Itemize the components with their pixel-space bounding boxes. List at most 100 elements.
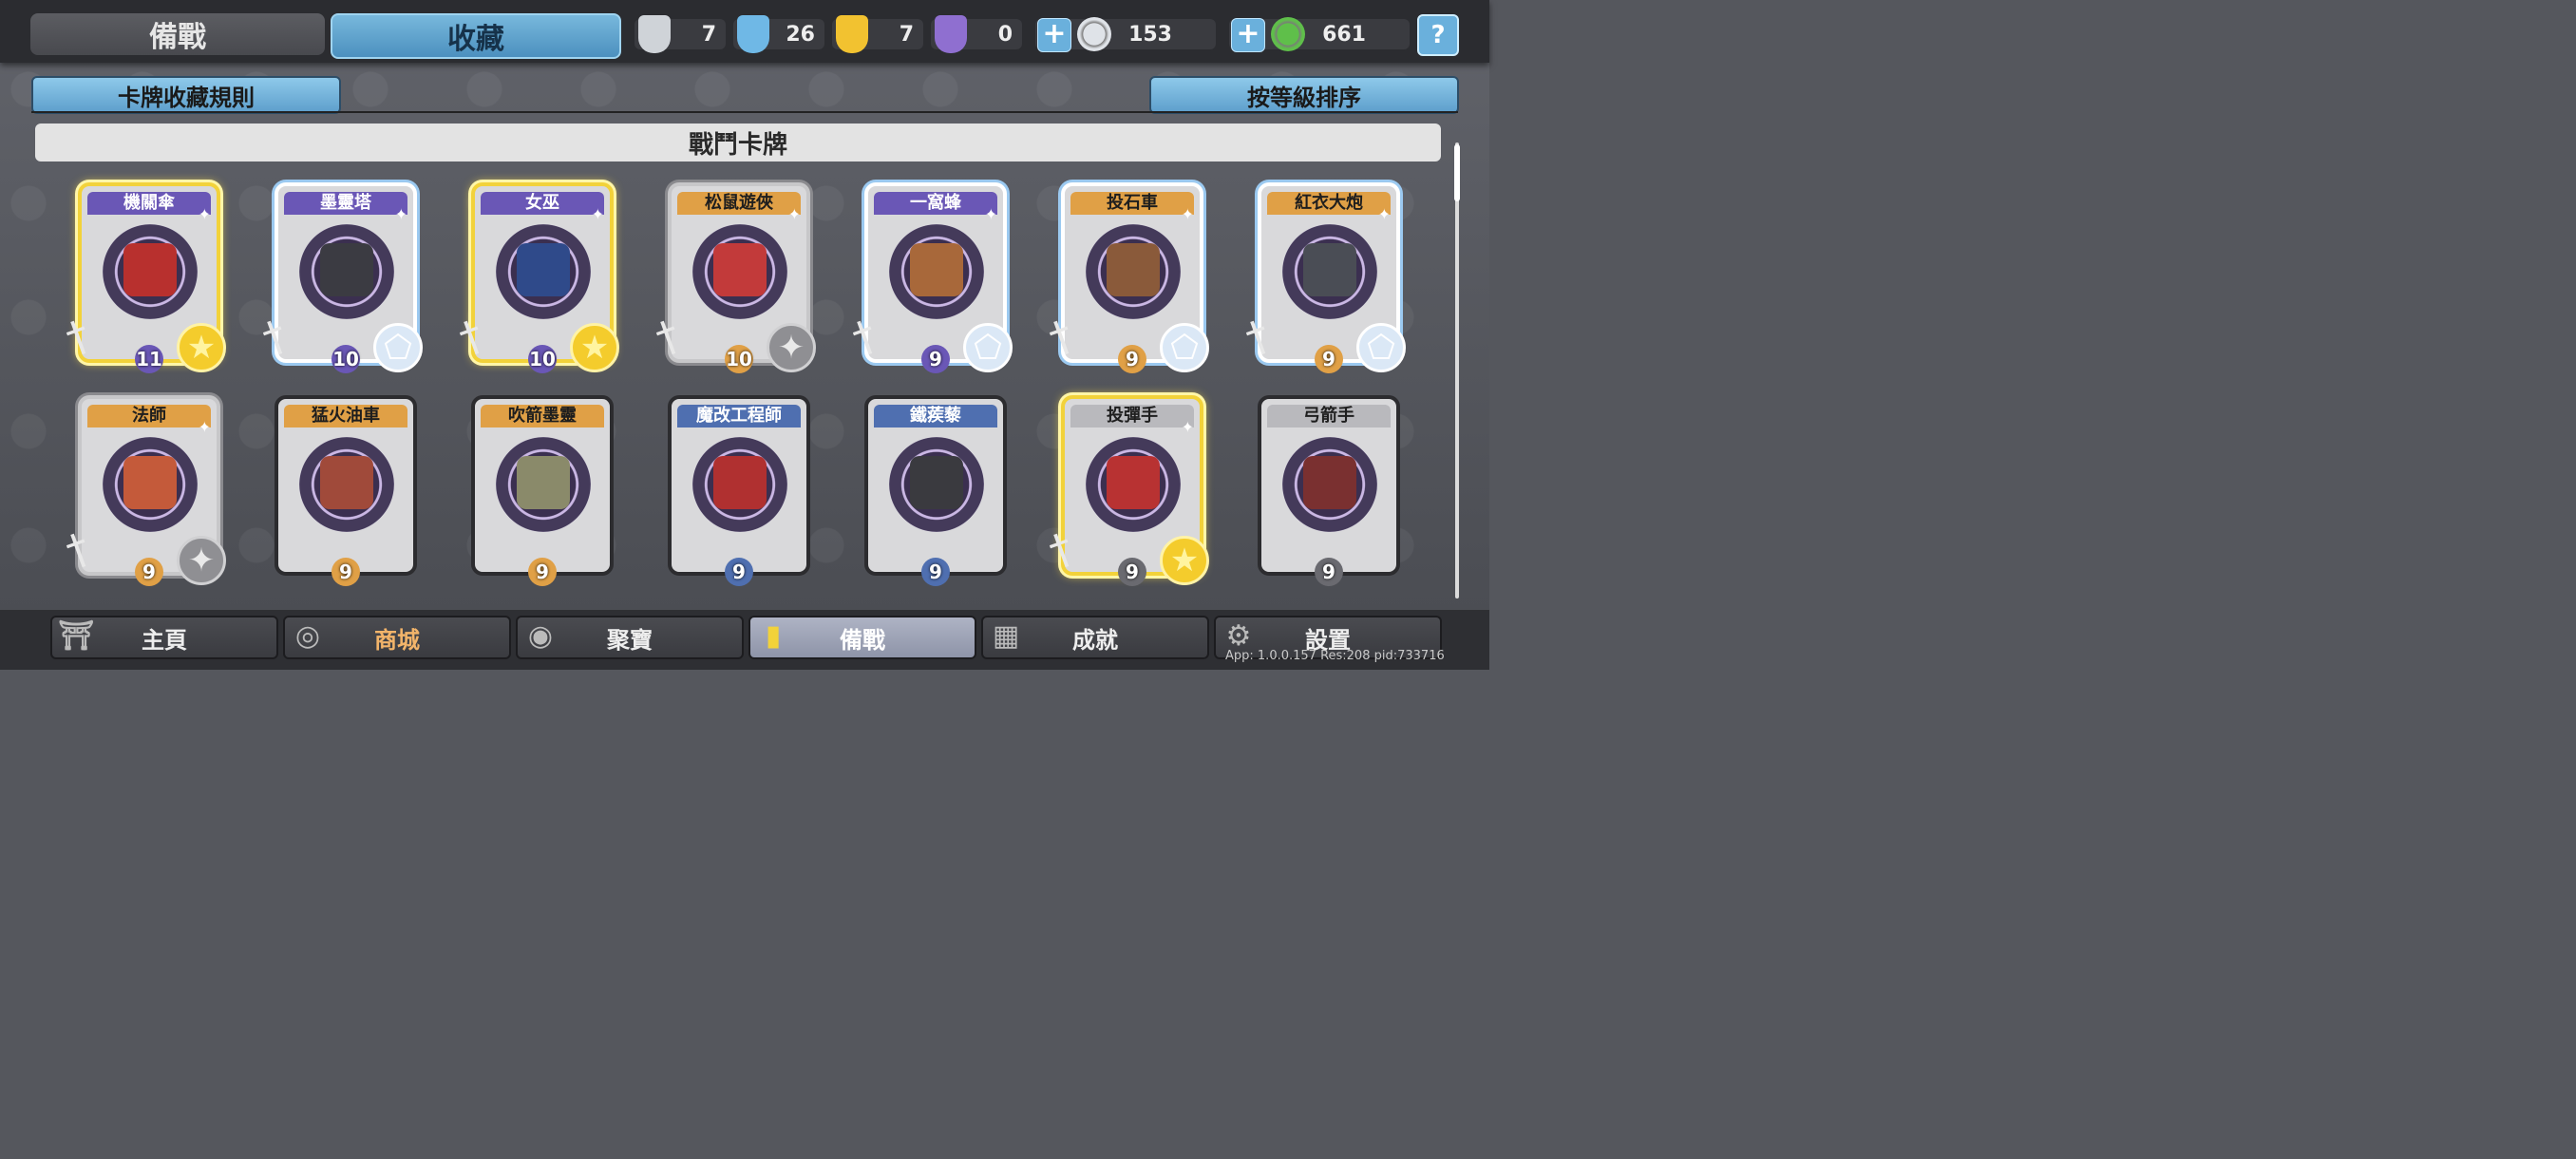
battle-card[interactable]: 鐵蒺藜 9 xyxy=(864,395,1007,586)
battle-card[interactable]: 投彈手 9 ✦ † ★ xyxy=(1043,395,1209,586)
card-name: 弓箭手 xyxy=(1267,405,1391,428)
card-character-icon xyxy=(517,456,570,509)
gold-crest-icon xyxy=(836,15,868,53)
achievement-grid-icon: ▦ xyxy=(992,619,1020,653)
battle-card[interactable]: 弓箭手 9 xyxy=(1258,395,1400,586)
sparkle-icon: ✦ xyxy=(1181,418,1194,436)
silver-rank-badge-icon: ✦ xyxy=(177,536,226,585)
nav-label: 備戰 xyxy=(840,626,885,654)
tab-prep[interactable]: 備戰 xyxy=(30,13,325,55)
coins-icon: ◎ xyxy=(294,619,321,653)
gold-rank-badge-icon: ★ xyxy=(1160,536,1209,585)
card-character-icon xyxy=(123,243,177,296)
card-name: 女巫 xyxy=(481,192,604,215)
blue-rank-badge-icon: ⬠ xyxy=(1356,323,1406,372)
card-name: 投彈手 xyxy=(1070,405,1194,428)
green-gem-icon xyxy=(1271,17,1305,51)
battle-card[interactable]: 魔改工程師 9 xyxy=(668,395,810,586)
sparkle-icon: ✦ xyxy=(591,205,604,223)
scrollbar-track[interactable] xyxy=(1455,142,1459,598)
nav-treasure-bowl[interactable]: ◉ 聚寶 xyxy=(516,616,744,659)
help-button[interactable]: ? xyxy=(1417,14,1459,56)
nav-label: 商城 xyxy=(374,626,420,654)
add-currency-button[interactable]: + xyxy=(1231,18,1265,52)
card-character-icon xyxy=(910,456,963,509)
nav-coins[interactable]: ◎ 商城 xyxy=(283,616,511,659)
card-character-icon xyxy=(1303,456,1356,509)
card-name: 鐵蒺藜 xyxy=(874,405,997,428)
purple-crest-icon xyxy=(935,15,967,53)
blue-rank-badge-icon: ⬠ xyxy=(963,323,1013,372)
card-character-icon xyxy=(713,243,767,296)
nav-achievement-grid[interactable]: ▦ 成就 xyxy=(981,616,1209,659)
sparkle-icon: ✦ xyxy=(787,205,801,223)
treasure-bowl-icon: ◉ xyxy=(527,619,554,653)
card-character-icon xyxy=(320,243,373,296)
card-character-icon xyxy=(1303,243,1356,296)
card-name: 機關傘 xyxy=(87,192,211,215)
card-name: 吹箭墨靈 xyxy=(481,405,604,428)
battle-card[interactable]: 墨靈塔 10 ✦ † ⬠ xyxy=(256,182,423,373)
divider xyxy=(31,111,1458,113)
section-title: 戰鬥卡牌 xyxy=(35,124,1441,162)
sort-by-level-button[interactable]: 按等級排序 xyxy=(1149,76,1459,114)
resource-value: 26 xyxy=(786,22,815,47)
card-name: 一窩蜂 xyxy=(874,192,997,215)
currency-counter: +661 xyxy=(1229,17,1410,52)
card-character-icon xyxy=(910,243,963,296)
card-level: 9 xyxy=(725,558,753,586)
card-name: 紅衣大炮 xyxy=(1267,192,1391,215)
sparkle-icon: ✦ xyxy=(1181,205,1194,223)
currency-value: 153 xyxy=(1128,22,1172,47)
gold-rank-badge-icon: ★ xyxy=(177,323,226,372)
add-currency-button[interactable]: + xyxy=(1037,18,1071,52)
card-level: 9 xyxy=(1315,345,1343,373)
nav-label: 成就 xyxy=(1072,626,1118,654)
card-level: 11 xyxy=(135,345,163,373)
sparkle-icon: ✦ xyxy=(984,205,997,223)
card-level: 10 xyxy=(331,345,360,373)
sparkle-icon: ✦ xyxy=(394,205,407,223)
card-deck-icon: ▮ xyxy=(765,619,782,653)
battle-card[interactable]: 紅衣大炮 9 ✦ † ⬠ xyxy=(1240,182,1406,373)
battle-card[interactable]: 女巫 10 ✦ † ★ xyxy=(453,182,619,373)
resource-counter: 0 xyxy=(931,15,1022,53)
silver-crest-icon xyxy=(638,15,671,53)
currency-value: 661 xyxy=(1322,22,1366,47)
sparkle-icon: ✦ xyxy=(1377,205,1391,223)
battle-card[interactable]: 猛火油車 9 xyxy=(275,395,417,586)
card-level: 10 xyxy=(528,345,557,373)
battle-card[interactable]: 法師 9 ✦ † ✦ xyxy=(60,395,226,586)
card-level: 9 xyxy=(1118,558,1146,586)
help-icon: ? xyxy=(1430,21,1446,49)
battle-card[interactable]: 投石車 9 ✦ † ⬠ xyxy=(1043,182,1209,373)
card-collection-rules-button[interactable]: 卡牌收藏規則 xyxy=(31,76,341,114)
card-level: 9 xyxy=(1118,345,1146,373)
tab-collection[interactable]: 收藏 xyxy=(331,13,621,59)
resource-value: 0 xyxy=(997,22,1013,47)
sparkle-icon: ✦ xyxy=(198,205,211,223)
nav-label: 主頁 xyxy=(142,626,187,654)
card-name: 墨靈塔 xyxy=(284,192,407,215)
pagoda-icon: ⛩ xyxy=(58,619,95,653)
nav-card-deck[interactable]: ▮ 備戰 xyxy=(748,616,976,659)
resource-value: 7 xyxy=(701,22,716,47)
silver-rank-badge-icon: ✦ xyxy=(767,323,816,372)
resource-counter: 7 xyxy=(832,15,923,53)
nav-pagoda[interactable]: ⛩ 主頁 xyxy=(50,616,278,659)
card-level: 9 xyxy=(921,558,950,586)
card-character-icon xyxy=(320,456,373,509)
battle-card[interactable]: 吹箭墨靈 9 xyxy=(471,395,614,586)
card-level: 9 xyxy=(331,558,360,586)
battle-card[interactable]: 松鼠遊俠 10 ✦ † ✦ xyxy=(650,182,816,373)
blue-rank-badge-icon: ⬠ xyxy=(1160,323,1209,372)
currency-counter: +153 xyxy=(1035,17,1216,52)
card-character-icon xyxy=(123,456,177,509)
card-level: 9 xyxy=(921,345,950,373)
card-level: 9 xyxy=(1315,558,1343,586)
scrollbar-thumb[interactable] xyxy=(1454,144,1460,201)
battle-card[interactable]: 機關傘 11 ✦ † ★ xyxy=(60,182,226,373)
battle-card[interactable]: 一窩蜂 9 ✦ † ⬠ xyxy=(846,182,1013,373)
version-text: App: 1.0.0.157 Res:208 pid:733716 xyxy=(1225,649,1445,663)
resource-value: 7 xyxy=(899,22,914,47)
